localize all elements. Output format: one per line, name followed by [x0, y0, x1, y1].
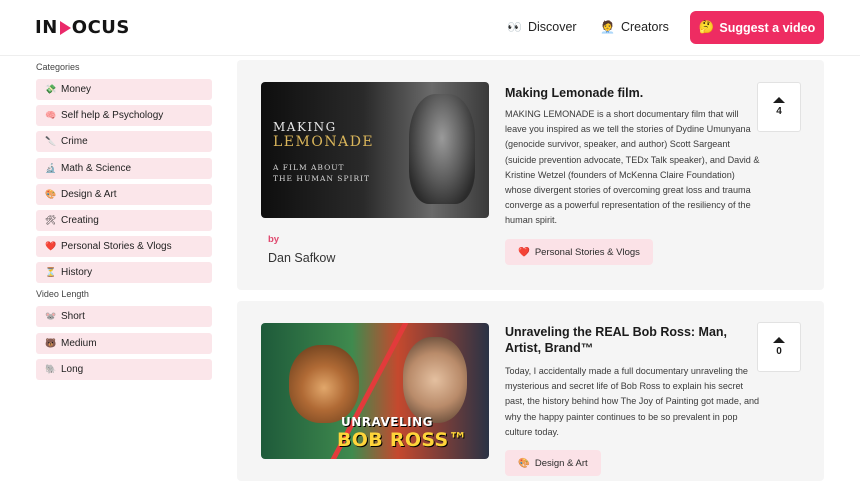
- category-label: Design & Art: [61, 188, 117, 200]
- money-icon: 💸: [45, 84, 57, 94]
- video-length-heading: Video Length: [36, 289, 89, 300]
- category-self-help[interactable]: 🧠 Self help & Psychology: [36, 105, 212, 127]
- brain-icon: 🧠: [45, 110, 57, 121]
- thumbnail-title: MAKING LEMONADE: [273, 120, 374, 150]
- suggest-video-label: Suggest a video: [719, 20, 816, 35]
- video-card: UNRAVELING BOB ROSS™ Unraveling the REAL…: [237, 301, 824, 481]
- category-money[interactable]: 💸 Money: [36, 79, 212, 100]
- tools-icon: 🛠: [45, 214, 57, 225]
- category-crime[interactable]: 🔪 Crime: [36, 131, 212, 153]
- video-thumbnail[interactable]: UNRAVELING BOB ROSS™: [261, 323, 489, 459]
- category-label: Crime: [61, 136, 88, 148]
- thumbnail-subtitle: A FILM ABOUT THE HUMAN SPIRIT: [273, 162, 370, 184]
- video-title[interactable]: Unraveling the REAL Bob Ross: Man, Artis…: [505, 324, 755, 356]
- length-label: Long: [61, 363, 84, 375]
- category-label: Math & Science: [61, 162, 132, 174]
- video-thumbnail[interactable]: MAKING LEMONADE A FILM ABOUT THE HUMAN S…: [261, 82, 489, 218]
- video-card: MAKING LEMONADE A FILM ABOUT THE HUMAN S…: [237, 60, 824, 290]
- elephant-icon: 🐘: [45, 363, 57, 374]
- sidebar: Categories 💸 Money 🧠 Self help & Psychol…: [36, 62, 212, 385]
- thumbnail-title: BOB ROSS™: [337, 429, 468, 451]
- heart-icon: ❤️: [518, 246, 530, 258]
- hourglass-icon: ⏳: [45, 267, 57, 278]
- category-personal-stories[interactable]: ❤️ Personal Stories & Vlogs: [36, 236, 212, 258]
- portrait-image: [289, 345, 359, 423]
- knife-icon: 🔪: [45, 136, 57, 147]
- thumbnail-line: THE HUMAN SPIRIT: [273, 174, 371, 183]
- thumbnail-line: A FILM ABOUT: [273, 163, 345, 172]
- category-label: History: [61, 267, 93, 279]
- suggest-video-button[interactable]: 🤔 Suggest a video: [690, 11, 824, 44]
- video-description: MAKING LEMONADE is a short documentary f…: [505, 109, 760, 226]
- category-label: Money: [61, 84, 92, 95]
- category-creating[interactable]: 🛠 Creating: [36, 209, 212, 231]
- category-history[interactable]: ⏳ History: [36, 262, 212, 284]
- mouse-icon: 🐭: [45, 311, 57, 322]
- play-icon: [59, 20, 71, 35]
- upvote-arrow-icon: [773, 97, 785, 103]
- thinking-face-icon: 🤔: [698, 20, 715, 34]
- category-math-science[interactable]: 🔬 Math & Science: [36, 157, 212, 179]
- logo-text-right: OCUS: [71, 17, 130, 38]
- length-short[interactable]: 🐭 Short: [36, 306, 212, 328]
- logo-text-left: IN: [35, 17, 58, 38]
- palette-icon: 🎨: [518, 457, 530, 469]
- thumbnail-line: LEMONADE: [273, 134, 375, 150]
- bear-icon: 🐻: [45, 337, 57, 348]
- microscope-icon: 🔬: [45, 162, 57, 173]
- logo[interactable]: IN OCUS: [35, 17, 130, 38]
- categories-heading: Categories: [36, 62, 80, 72]
- video-description: Today, I accidentally made a full docume…: [505, 366, 760, 437]
- vote-count: 4: [776, 106, 782, 117]
- category-tag[interactable]: ❤️ Personal Stories & Vlogs: [505, 239, 653, 265]
- length-medium[interactable]: 🐻 Medium: [36, 332, 212, 354]
- thumbnail-line: MAKING: [273, 120, 337, 134]
- nav-creators-label: Creators: [620, 20, 669, 34]
- upvote-button[interactable]: 0: [757, 322, 801, 372]
- top-header: IN OCUS 👀 Discover 🧑‍💼 Creators 🤔 Sugges…: [0, 0, 860, 56]
- portrait-image: [403, 337, 467, 423]
- by-label: by: [268, 234, 280, 245]
- length-label: Short: [61, 311, 85, 323]
- eyes-icon: 👀: [507, 20, 522, 34]
- thumbnail-title: UNRAVELING: [341, 415, 433, 429]
- upvote-button[interactable]: 4: [757, 82, 801, 132]
- category-tag[interactable]: 🎨 Design & Art: [505, 450, 601, 476]
- nav-creators[interactable]: 🧑‍💼 Creators: [600, 20, 669, 34]
- person-icon: 🧑‍💼: [600, 20, 615, 34]
- heart-icon: ❤️: [45, 241, 57, 252]
- video-title[interactable]: Making Lemonade film.: [505, 85, 755, 101]
- nav-discover-label: Discover: [527, 20, 577, 34]
- vote-count: 0: [776, 346, 782, 357]
- category-label: Self help & Psychology: [61, 110, 164, 122]
- length-label: Medium: [61, 337, 97, 349]
- category-design-art[interactable]: 🎨 Design & Art: [36, 183, 212, 205]
- author-name[interactable]: Dan Safkow: [268, 251, 335, 265]
- portrait-image: [409, 94, 475, 204]
- tag-label: Personal Stories & Vlogs: [534, 246, 640, 258]
- category-label: Personal Stories & Vlogs: [61, 241, 172, 253]
- length-long[interactable]: 🐘 Long: [36, 358, 212, 380]
- palette-icon: 🎨: [45, 188, 57, 199]
- nav-discover[interactable]: 👀 Discover: [507, 20, 577, 34]
- tag-label: Design & Art: [534, 457, 588, 469]
- category-label: Creating: [61, 214, 99, 226]
- upvote-arrow-icon: [773, 337, 785, 343]
